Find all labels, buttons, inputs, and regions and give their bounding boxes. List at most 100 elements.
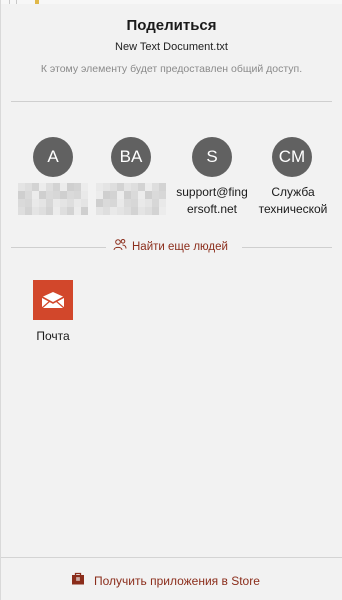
redaction-block (60, 199, 67, 207)
redaction-block (60, 183, 67, 191)
redaction-block (60, 191, 67, 199)
redaction-block (159, 199, 166, 207)
redaction-block (53, 207, 60, 215)
redaction-block (152, 183, 159, 191)
redaction-block (159, 191, 166, 199)
contact-item[interactable]: S support@fingersoft.net (172, 137, 252, 218)
contact-avatar: CM (272, 137, 312, 177)
redaction-block (131, 191, 138, 199)
redaction-block (25, 199, 32, 207)
redaction-block (74, 199, 81, 207)
redaction-block (46, 199, 53, 207)
redaction-block (67, 183, 74, 191)
share-panel: Поделиться New Text Document.txt К этому… (0, 0, 342, 600)
divider (11, 247, 106, 248)
redaction-block (74, 207, 81, 215)
redaction-block (96, 207, 103, 215)
contact-avatar: A (33, 137, 73, 177)
contact-item[interactable]: CM Служба технической (252, 137, 332, 218)
redaction-block (131, 183, 138, 191)
contact-name: Служба технической (258, 185, 328, 216)
redacted-contact-name (18, 183, 88, 215)
store-icon (71, 572, 85, 590)
divider (11, 101, 332, 102)
redaction-block (81, 199, 88, 207)
redaction-block (159, 183, 166, 191)
redaction-block (81, 191, 88, 199)
redaction-block (32, 207, 39, 215)
redaction-block (53, 199, 60, 207)
redaction-block (96, 191, 103, 199)
redaction-block (117, 199, 124, 207)
redaction-block (159, 207, 166, 215)
redaction-block (46, 183, 53, 191)
redaction-block (145, 199, 152, 207)
redaction-block (138, 199, 145, 207)
contact-avatar: BA (111, 137, 151, 177)
redaction-block (117, 191, 124, 199)
redacted-contact-name (96, 183, 166, 215)
redaction-block (124, 207, 131, 215)
mail-icon (33, 280, 73, 320)
redaction-block (67, 207, 74, 215)
redaction-block (25, 207, 32, 215)
redaction-block (103, 199, 110, 207)
redaction-block (110, 199, 117, 207)
redaction-block (96, 183, 103, 191)
shared-file-name: New Text Document.txt (115, 41, 228, 53)
redaction-block (124, 191, 131, 199)
find-more-people-label: Найти еще людей (132, 241, 228, 253)
get-store-apps-link[interactable]: Получить приложения в Store (71, 572, 260, 590)
redaction-block (39, 207, 46, 215)
redaction-block (110, 183, 117, 191)
share-description: К этому элементу будет предоставлен общи… (40, 63, 303, 75)
app-label: Почта (36, 329, 70, 343)
redaction-block (138, 183, 145, 191)
share-title: Поделиться (126, 17, 217, 34)
redaction-block (74, 191, 81, 199)
redaction-block (18, 199, 25, 207)
redaction-block (145, 207, 152, 215)
redaction-block (39, 199, 46, 207)
redaction-block (53, 191, 60, 199)
contact-item[interactable]: A (13, 137, 93, 215)
redaction-block (152, 199, 159, 207)
redaction-block (32, 199, 39, 207)
divider (242, 247, 332, 248)
redaction-block (96, 199, 103, 207)
redaction-block (81, 183, 88, 191)
redaction-block (25, 183, 32, 191)
redaction-block (39, 191, 46, 199)
divider (1, 557, 342, 558)
redaction-block (152, 191, 159, 199)
redaction-block (46, 207, 53, 215)
redaction-block (18, 207, 25, 215)
find-more-people-button[interactable]: Найти еще людей (113, 238, 228, 256)
redaction-block (39, 183, 46, 191)
redaction-block (145, 183, 152, 191)
redaction-block (138, 191, 145, 199)
redaction-block (131, 207, 138, 215)
redaction-block (131, 199, 138, 207)
app-mail[interactable]: Почта (23, 280, 83, 343)
redaction-block (25, 191, 32, 199)
redaction-block (32, 191, 39, 199)
redaction-block (110, 207, 117, 215)
people-icon (113, 238, 127, 256)
store-link-label: Получить приложения в Store (94, 574, 260, 588)
contact-item[interactable]: BA (91, 137, 171, 215)
redaction-block (67, 191, 74, 199)
redaction-block (18, 191, 25, 199)
redaction-block (152, 207, 159, 215)
edge-mark (35, 0, 39, 4)
redaction-block (138, 207, 145, 215)
redaction-block (110, 191, 117, 199)
redaction-block (46, 191, 53, 199)
redaction-block (74, 183, 81, 191)
redaction-block (32, 183, 39, 191)
redaction-block (103, 183, 110, 191)
redaction-block (53, 183, 60, 191)
find-more-people-row: Найти еще людей (11, 237, 332, 257)
redaction-block (18, 183, 25, 191)
contact-avatar: S (192, 137, 232, 177)
